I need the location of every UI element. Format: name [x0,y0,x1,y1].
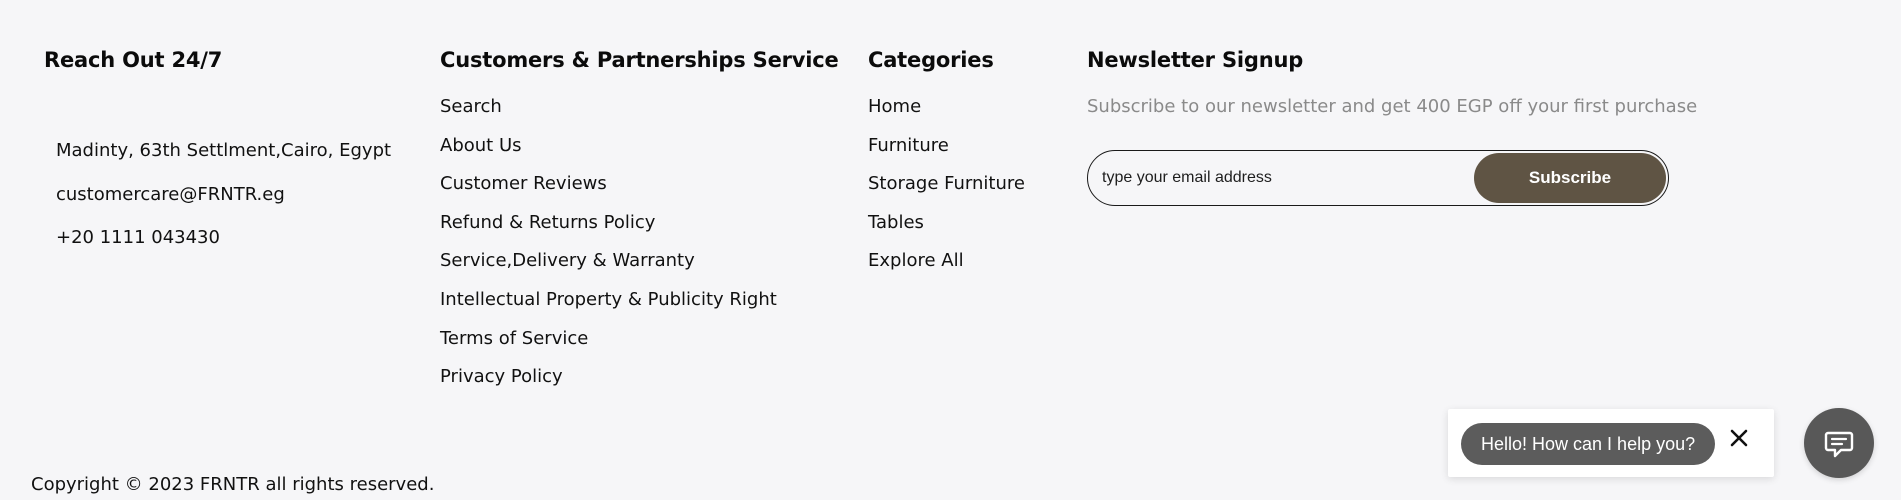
link-intellectual-property[interactable]: Intellectual Property & Publicity Right [440,289,777,310]
chat-popup: Hello! How can I help you? [1448,409,1774,477]
list-item: Home [868,96,1025,135]
newsletter-column: Newsletter Signup Subscribe to our newsl… [1087,48,1697,206]
chat-greeting-bubble[interactable]: Hello! How can I help you? [1461,423,1716,465]
contact-phone: +20 1111 043430 [56,227,220,248]
link-storage-furniture[interactable]: Storage Furniture [868,173,1025,194]
service-column: Customers & Partnerships Service Search … [440,48,839,387]
link-customer-reviews[interactable]: Customer Reviews [440,173,607,194]
categories-heading: Categories [868,48,994,72]
service-links: Search About Us Customer Reviews Refund … [440,96,777,405]
newsletter-form: Subscribe [1087,150,1669,206]
contact-address: Madinty, 63th Settlment,Cairo, Egypt [56,140,392,161]
link-explore-all[interactable]: Explore All [868,250,964,271]
copyright-text: Copyright © 2023 FRNTR all rights reserv… [31,474,435,495]
list-item: Tables [868,212,1025,251]
reach-out-heading: Reach Out 24/7 [44,48,223,72]
link-home[interactable]: Home [868,96,921,117]
link-tables[interactable]: Tables [868,212,924,233]
list-item: About Us [440,135,777,174]
chat-launcher-button[interactable] [1804,408,1874,478]
close-icon[interactable] [1724,423,1754,453]
link-service-delivery-warranty[interactable]: Service,Delivery & Warranty [440,250,695,271]
category-links: Home Furniture Storage Furniture Tables … [868,96,1025,289]
list-item: Explore All [868,250,1025,289]
newsletter-description: Subscribe to our newsletter and get 400 … [1087,96,1698,117]
list-item: Search [440,96,777,135]
chat-icon [1824,431,1854,458]
link-about-us[interactable]: About Us [440,135,522,156]
contact-email: customercare@FRNTR.eg [56,183,285,205]
list-item: Intellectual Property & Publicity Right [440,289,777,328]
categories-column: Categories Home Furniture Storage Furnit… [868,48,1025,271]
link-furniture[interactable]: Furniture [868,135,949,156]
link-privacy-policy[interactable]: Privacy Policy [440,366,563,387]
newsletter-heading: Newsletter Signup [1087,48,1304,72]
contact-list: Madinty, 63th Settlment,Cairo, Egypt cus… [56,140,416,271]
list-item: Storage Furniture [868,173,1025,212]
reach-out-column: Reach Out 24/7 Madinty, 63th Settlment,C… [44,48,391,248]
list-item: Service,Delivery & Warranty [440,250,777,289]
list-item: Terms of Service [440,328,777,367]
list-item: Privacy Policy [440,366,777,405]
list-item: Refund & Returns Policy [440,212,777,251]
subscribe-button[interactable]: Subscribe [1474,153,1666,203]
list-item: Furniture [868,135,1025,174]
email-input[interactable] [1102,163,1432,193]
list-item: Customer Reviews [440,173,777,212]
link-search[interactable]: Search [440,96,502,117]
service-heading: Customers & Partnerships Service [440,48,839,72]
link-terms-of-service[interactable]: Terms of Service [440,328,588,349]
link-refund-returns[interactable]: Refund & Returns Policy [440,212,655,233]
